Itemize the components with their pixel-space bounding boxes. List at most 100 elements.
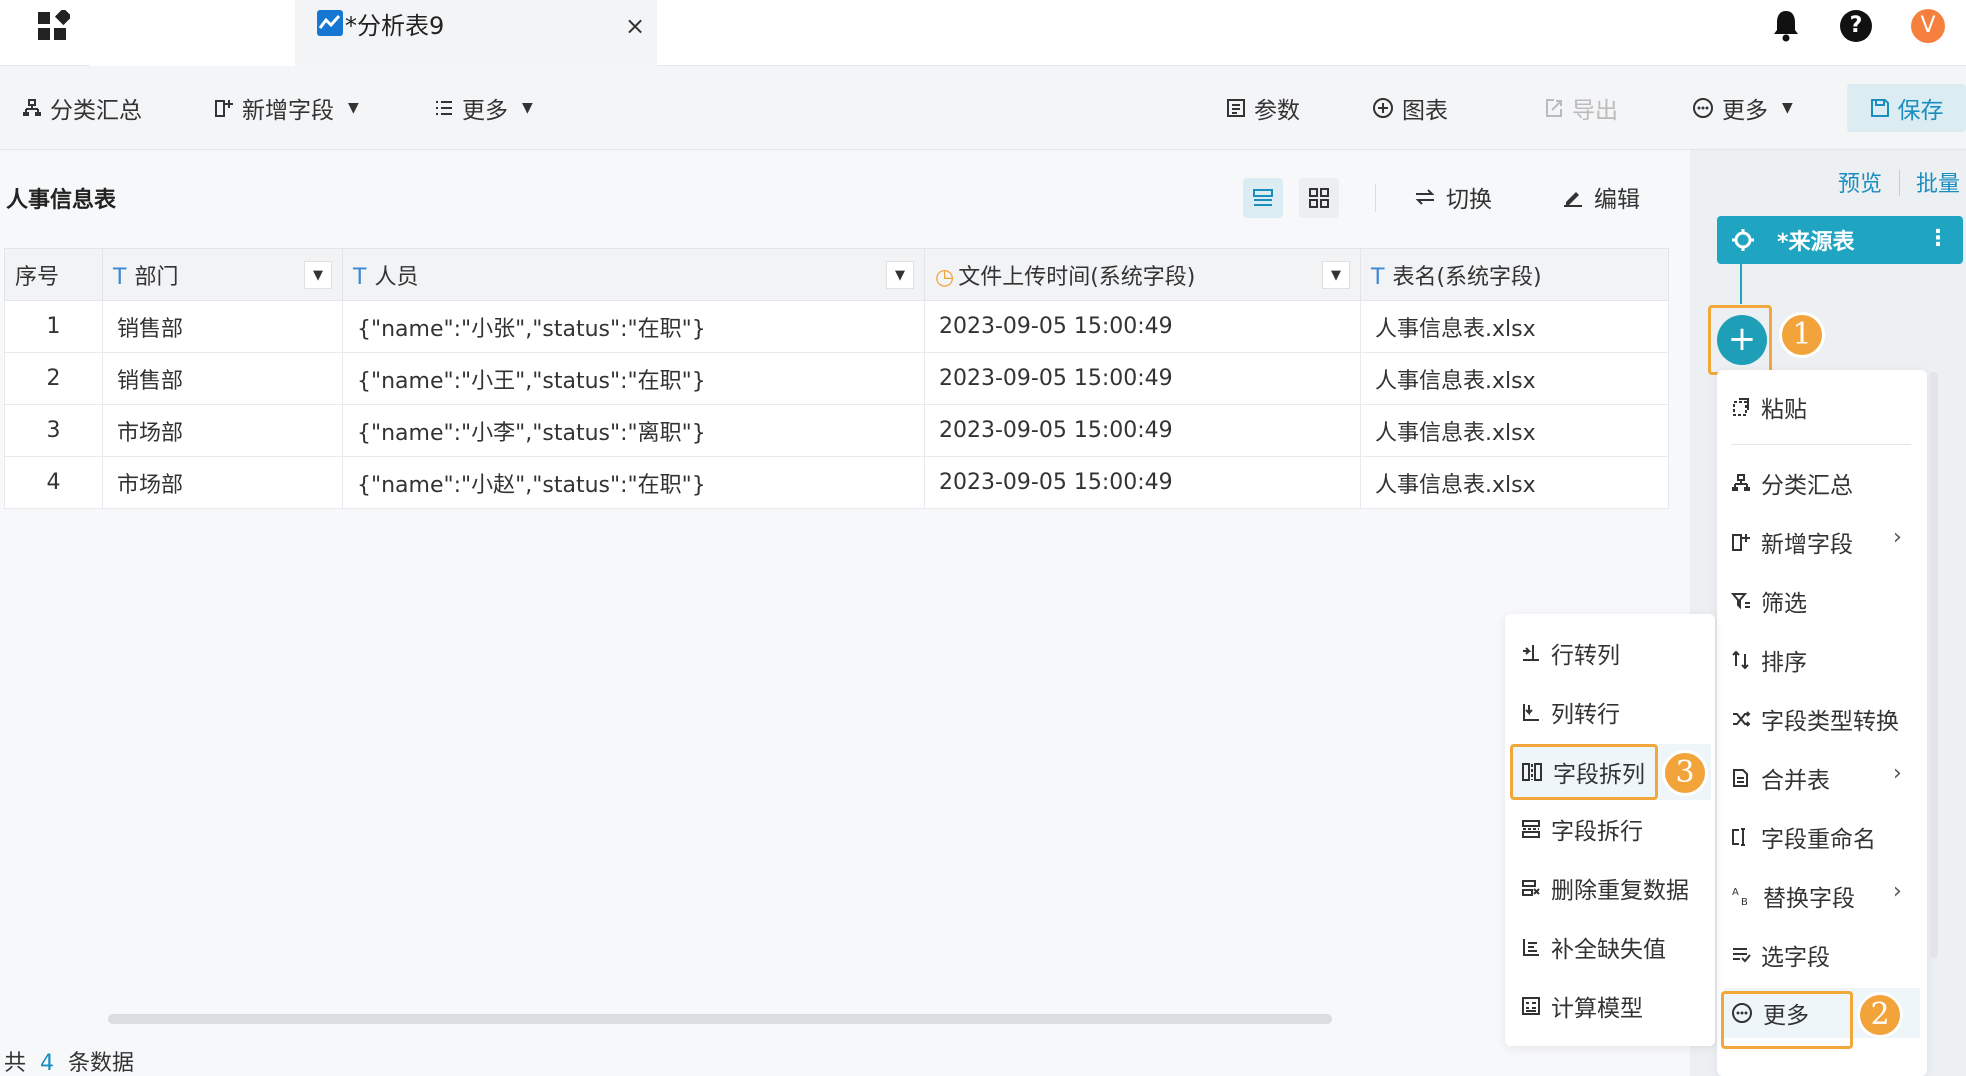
cell-upload-time: 2023-09-05 15:00:49: [924, 404, 1361, 457]
cell-upload-time: 2023-09-05 15:00:49: [924, 300, 1361, 353]
menu-item-paste[interactable]: 粘贴: [1731, 390, 1807, 424]
cell-table-name: 人事信息表.xlsx: [1360, 456, 1669, 509]
cell-dept: 销售部: [102, 300, 343, 353]
submenu-item-remove-duplicates[interactable]: 删除重复数据: [1521, 871, 1689, 905]
filter-icon: [1731, 593, 1750, 610]
operation-menu: 粘贴 分类汇总 新增字段 › 筛选 排序 字段类型转换 合并表 › 字段重命名 …: [1717, 370, 1927, 1076]
save-icon: [1870, 99, 1889, 117]
text-type-icon: T: [113, 264, 127, 290]
menu-item-field-type-convert[interactable]: 字段类型转换: [1731, 702, 1899, 736]
step-badge-1: 1: [1779, 312, 1825, 358]
column-to-row-icon: [1523, 704, 1539, 721]
remove-duplicates-icon: [1522, 880, 1540, 896]
cell-dept: 市场部: [102, 456, 343, 509]
text-type-icon: T: [1371, 264, 1385, 290]
avatar[interactable]: V: [1911, 9, 1945, 43]
cell-person: {"name":"小王","status":"在职"}: [342, 352, 925, 405]
column-header-table-name[interactable]: T 表名(系统字段): [1360, 248, 1669, 301]
group-summary-button[interactable]: 分类汇总: [22, 88, 142, 128]
help-icon[interactable]: ?: [1840, 10, 1872, 42]
record-count: 共 4 条数据: [4, 1051, 135, 1076]
switch-arrows-icon: [1415, 189, 1435, 205]
top-bar: *分析表9 × ? V: [0, 0, 1966, 66]
add-node-button[interactable]: +: [1717, 315, 1767, 365]
add-column-icon: [215, 100, 233, 117]
table-header-row: 序号 T 部门 ▼ T 人员 ▼ ◷ 文件上传时间(系统字段) ▼ T 表名(系统字段): [4, 248, 1669, 301]
save-button[interactable]: 保存: [1847, 84, 1966, 132]
column-header-index[interactable]: 序号: [4, 248, 103, 301]
source-table-node[interactable]: *来源表 ⋮: [1717, 216, 1963, 264]
menu-item-filter[interactable]: 筛选: [1731, 584, 1807, 618]
more-left-button[interactable]: 更多 ▼: [434, 88, 533, 128]
cell-table-name: 人事信息表.xlsx: [1360, 404, 1669, 457]
horizontal-scrollbar[interactable]: [108, 1014, 1332, 1024]
list-view-button[interactable]: [1243, 178, 1283, 218]
params-icon: [1227, 99, 1245, 117]
step-badge-3: 3: [1662, 750, 1708, 796]
batch-link[interactable]: 批量: [1916, 166, 1960, 198]
highlight-box: [1721, 991, 1853, 1049]
menu-item-group-summary[interactable]: 分类汇总: [1731, 466, 1853, 500]
row-to-column-icon: [1523, 645, 1539, 661]
menu-item-add-field[interactable]: 新增字段: [1731, 525, 1853, 559]
more-submenu: 行转列 列转行 字段拆列 字段拆行 删除重复数据 补全缺失值 计算模型: [1505, 614, 1715, 1046]
tab-close-icon[interactable]: ×: [625, 12, 645, 40]
table-row: 1 销售部 {"name":"小张","status":"在职"} 2023-0…: [4, 300, 1669, 353]
submenu-item-compute-model[interactable]: 计算模型: [1521, 989, 1643, 1023]
cell-index: 2: [4, 352, 103, 405]
shuffle-icon: [1733, 711, 1751, 727]
menu-item-merge-table[interactable]: 合并表: [1731, 761, 1830, 795]
tab-analysis-table[interactable]: *分析表9 ×: [295, 0, 657, 66]
compute-model-icon: [1522, 997, 1540, 1015]
plus-circle-icon: [1373, 98, 1393, 118]
more-right-button[interactable]: 更多 ▼: [1692, 88, 1793, 128]
column-dropdown-icon[interactable]: ▼: [886, 261, 914, 289]
column-dropdown-icon[interactable]: ▼: [304, 261, 332, 289]
list-icon: [436, 101, 452, 115]
list-view-icon: [1253, 189, 1273, 206]
apps-grid-icon[interactable]: [36, 10, 70, 44]
menu-item-sort[interactable]: 排序: [1731, 643, 1807, 677]
replace-ab-icon: AB: [1732, 887, 1748, 907]
chart-button[interactable]: 图表: [1372, 88, 1448, 128]
menu-item-replace-field[interactable]: AB 替换字段: [1731, 879, 1855, 913]
caret-down-icon: ▼: [522, 100, 533, 116]
cell-index: 1: [4, 300, 103, 353]
toolbar-divider: [1375, 184, 1376, 212]
chevron-right-icon: ›: [1893, 879, 1902, 904]
grid-view-button[interactable]: [1299, 178, 1339, 218]
submenu-item-fill-missing[interactable]: 补全缺失值: [1521, 930, 1666, 964]
table-title: 人事信息表: [6, 188, 117, 213]
column-header-dept[interactable]: T 部门 ▼: [102, 248, 343, 301]
table-content-area: 人事信息表 切换 编辑 序号 T 部门 ▼ T 人员 ▼ ◷ 文件上传时间(系统字段) ▼ …: [0, 150, 1690, 1076]
split-row-icon: [1522, 820, 1540, 838]
submenu-item-column-to-row[interactable]: 列转行: [1521, 695, 1620, 729]
submenu-item-row-to-column[interactable]: 行转列: [1521, 636, 1620, 670]
menu-scrollbar[interactable]: [1930, 372, 1938, 958]
preview-link[interactable]: 预览: [1838, 166, 1882, 198]
menu-item-select-field[interactable]: 选字段: [1731, 938, 1830, 972]
column-dropdown-icon[interactable]: ▼: [1322, 261, 1350, 289]
blank-tab[interactable]: [90, 0, 295, 66]
cell-person: {"name":"小李","status":"离职"}: [342, 404, 925, 457]
node-menu-icon[interactable]: ⋮: [1927, 226, 1949, 251]
column-header-person[interactable]: T 人员 ▼: [342, 248, 925, 301]
paste-icon: [1733, 398, 1749, 416]
tab-title: *分析表9: [345, 12, 445, 40]
params-button[interactable]: 参数: [1226, 88, 1300, 128]
cell-dept: 销售部: [102, 352, 343, 405]
menu-item-field-rename[interactable]: 字段重命名: [1731, 820, 1876, 854]
connector-line: [1740, 264, 1742, 304]
add-column-icon: [1732, 534, 1750, 551]
column-header-upload-time[interactable]: ◷ 文件上传时间(系统字段) ▼: [924, 248, 1361, 301]
edit-button[interactable]: 编辑: [1562, 180, 1640, 214]
submenu-item-split-row[interactable]: 字段拆行: [1521, 812, 1643, 846]
cell-upload-time: 2023-09-05 15:00:49: [924, 456, 1361, 509]
export-button[interactable]: 导出: [1544, 88, 1618, 128]
highlight-box: [1510, 744, 1658, 800]
add-field-button[interactable]: 新增字段 ▼: [214, 88, 359, 128]
switch-button[interactable]: 切换: [1414, 180, 1492, 214]
bell-icon[interactable]: [1770, 8, 1802, 42]
chevron-right-icon: ›: [1893, 525, 1902, 550]
grid-view-icon: [1309, 188, 1329, 208]
